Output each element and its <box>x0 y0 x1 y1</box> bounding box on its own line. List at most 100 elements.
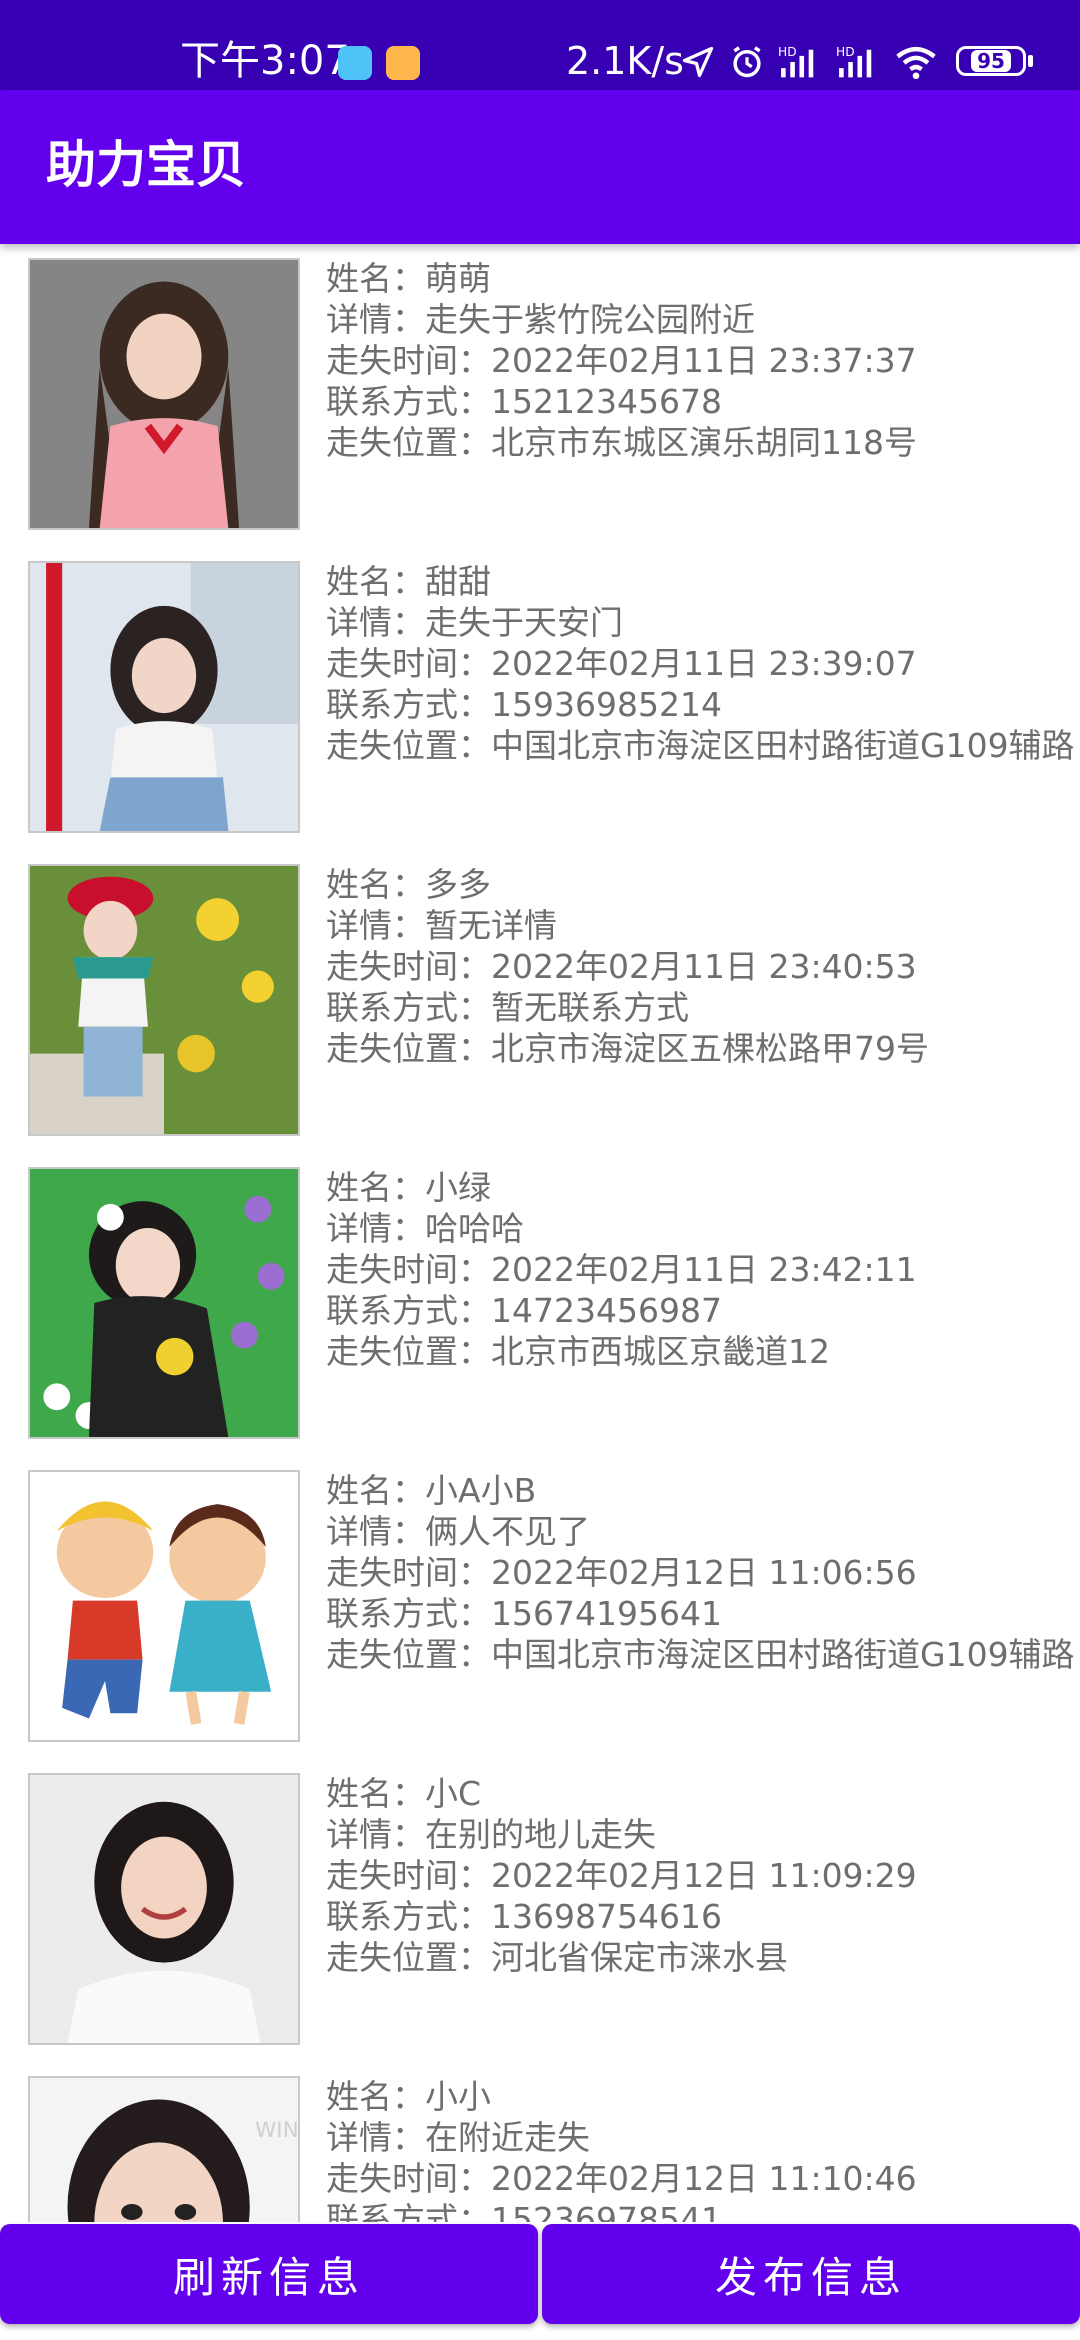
info-row-detail: 详情：在别的地儿走失 <box>326 1814 1080 1855</box>
label-time: 走失时间： <box>326 2159 491 2198</box>
child-detail: 在别的地儿走失 <box>425 1815 656 1854</box>
info-row-contact: 联系方式：13698754616 <box>326 1896 1080 1937</box>
child-detail: 走失于天安门 <box>425 603 623 642</box>
label-detail: 详情： <box>326 300 425 339</box>
status-time: 下午3:07 <box>180 38 350 84</box>
info-row-contact: 联系方式：14723456987 <box>326 1290 1080 1331</box>
missing-location: 北京市海淀区五棵松路甲79号 <box>491 1029 929 1068</box>
missing-time: 2022年02月11日 23:42:11 <box>491 1250 917 1289</box>
refresh-button[interactable]: 刷新信息 <box>0 2224 538 2324</box>
contact-number: 15674195641 <box>491 1594 722 1633</box>
child-photo <box>28 864 300 1136</box>
child-name: 小A小B <box>425 1471 537 1510</box>
missing-children-list[interactable]: 姓名：萌萌 详情：走失于紫竹院公园附近 走失时间：2022年02月11日 23:… <box>0 244 1080 2222</box>
battery-icon: 95 <box>956 46 1026 76</box>
child-info: 姓名：小小 详情：在附近走失 走失时间：2022年02月12日 11:10:46… <box>326 2076 1080 2222</box>
network-speed: 2.1K/s <box>566 39 684 83</box>
label-name: 姓名： <box>326 259 425 298</box>
list-item[interactable]: 姓名：小A小B 详情：俩人不见了 走失时间：2022年02月12日 11:06:… <box>0 1456 1080 1759</box>
list-item[interactable]: 姓名：小C 详情：在别的地儿走失 走失时间：2022年02月12日 11:09:… <box>0 1759 1080 2062</box>
svg-text:WIN: WIN <box>255 2118 298 2143</box>
missing-time: 2022年02月11日 23:40:53 <box>491 947 917 986</box>
list-item[interactable]: 姓名：小绿 详情：哈哈哈 走失时间：2022年02月11日 23:42:11 联… <box>0 1153 1080 1456</box>
missing-time: 2022年02月12日 11:06:56 <box>491 1553 917 1592</box>
battery-level: 95 <box>971 50 1011 72</box>
label-contact: 联系方式： <box>326 1594 491 1633</box>
missing-time: 2022年02月12日 11:09:29 <box>491 1856 917 1895</box>
battery-tip <box>1028 55 1033 67</box>
label-name: 姓名： <box>326 1471 425 1510</box>
publish-button[interactable]: 发布信息 <box>542 2224 1080 2324</box>
label-detail: 详情： <box>326 2118 425 2157</box>
list-item[interactable]: 姓名：甜甜 详情：走失于天安门 走失时间：2022年02月11日 23:39:0… <box>0 547 1080 850</box>
label-detail: 详情： <box>326 603 425 642</box>
list-item[interactable]: WIN 姓名：小小 详情：在附近走失 走失时间：2022年02月12日 11:1… <box>0 2062 1080 2222</box>
info-row-detail: 详情：在附近走失 <box>326 2117 1080 2158</box>
label-location: 走失位置： <box>326 1332 491 1371</box>
label-location: 走失位置： <box>326 1938 491 1977</box>
info-row-contact: 联系方式：15674195641 <box>326 1593 1080 1634</box>
info-row-name: 姓名：小绿 <box>326 1167 1080 1208</box>
missing-location: 北京市西城区京畿道12 <box>491 1332 830 1371</box>
child-detail: 俩人不见了 <box>425 1512 590 1551</box>
child-info: 姓名：小绿 详情：哈哈哈 走失时间：2022年02月11日 23:42:11 联… <box>326 1167 1080 1372</box>
info-row-name: 姓名：甜甜 <box>326 561 1080 602</box>
list-item[interactable]: 姓名：多多 详情：暂无详情 走失时间：2022年02月11日 23:40:53 … <box>0 850 1080 1153</box>
info-row-time: 走失时间：2022年02月12日 11:09:29 <box>326 1855 1080 1896</box>
missing-location: 中国北京市海淀区田村路街道G109辅路 <box>491 726 1075 765</box>
info-row-contact: 联系方式：15936985214 <box>326 684 1080 725</box>
child-info: 姓名：萌萌 详情：走失于紫竹院公园附近 走失时间：2022年02月11日 23:… <box>326 258 1080 463</box>
info-row-name: 姓名：萌萌 <box>326 258 1080 299</box>
info-row-name: 姓名：多多 <box>326 864 1080 905</box>
label-time: 走失时间： <box>326 947 491 986</box>
child-photo <box>28 258 300 530</box>
label-time: 走失时间： <box>326 644 491 683</box>
contact-number: 14723456987 <box>491 1291 722 1330</box>
info-row-time: 走失时间：2022年02月11日 23:42:11 <box>326 1249 1080 1290</box>
info-row-name: 姓名：小C <box>326 1773 1080 1814</box>
child-info: 姓名：小C 详情：在别的地儿走失 走失时间：2022年02月12日 11:09:… <box>326 1773 1080 1978</box>
label-contact: 联系方式： <box>326 1291 491 1330</box>
list-item[interactable]: 姓名：萌萌 详情：走失于紫竹院公园附近 走失时间：2022年02月11日 23:… <box>0 244 1080 547</box>
info-row-name: 姓名：小小 <box>326 2076 1080 2117</box>
location-arrow-icon <box>682 46 714 78</box>
missing-time: 2022年02月12日 11:10:46 <box>491 2159 917 2198</box>
label-contact: 联系方式： <box>326 382 491 421</box>
label-location: 走失位置： <box>326 423 491 462</box>
missing-location: 北京市东城区演乐胡同118号 <box>491 423 917 462</box>
contact-number: 15236978541 <box>491 2200 722 2222</box>
info-row-contact: 联系方式：15212345678 <box>326 381 1080 422</box>
status-bar: 下午3:07 2.1K/s HD HD 95 <box>0 0 1080 90</box>
label-time: 走失时间： <box>326 341 491 380</box>
label-name: 姓名： <box>326 2077 425 2116</box>
child-photo <box>28 1167 300 1439</box>
label-contact: 联系方式： <box>326 685 491 724</box>
child-name: 小绿 <box>425 1168 491 1207</box>
label-time: 走失时间： <box>326 1250 491 1289</box>
child-photo <box>28 561 300 833</box>
status-icons: HD HD <box>680 40 938 84</box>
info-row-location: 走失位置：中国北京市海淀区田村路街道G109辅路 <box>326 1634 1080 1675</box>
child-detail: 哈哈哈 <box>425 1209 524 1248</box>
label-time: 走失时间： <box>326 1856 491 1895</box>
info-row-time: 走失时间：2022年02月12日 11:06:56 <box>326 1552 1080 1593</box>
label-detail: 详情： <box>326 906 425 945</box>
message-icon <box>386 46 420 80</box>
label-detail: 详情： <box>326 1815 425 1854</box>
info-row-detail: 详情：走失于天安门 <box>326 602 1080 643</box>
child-name: 萌萌 <box>425 259 491 298</box>
svg-text:HD: HD <box>836 45 855 59</box>
label-contact: 联系方式： <box>326 1897 491 1936</box>
alarm-icon <box>733 46 761 78</box>
child-info: 姓名：甜甜 详情：走失于天安门 走失时间：2022年02月11日 23:39:0… <box>326 561 1080 766</box>
info-row-location: 走失位置：中国北京市海淀区田村路街道G109辅路 <box>326 725 1080 766</box>
svg-text:HD: HD <box>778 45 797 59</box>
telegram-icon <box>338 46 372 80</box>
info-row-location: 走失位置：北京市海淀区五棵松路甲79号 <box>326 1028 1080 1069</box>
label-name: 姓名： <box>326 562 425 601</box>
label-detail: 详情： <box>326 1512 425 1551</box>
label-contact: 联系方式： <box>326 988 491 1027</box>
info-row-detail: 详情：哈哈哈 <box>326 1208 1080 1249</box>
wifi-icon <box>896 46 936 80</box>
app-title: 助力宝贝 <box>46 136 246 194</box>
